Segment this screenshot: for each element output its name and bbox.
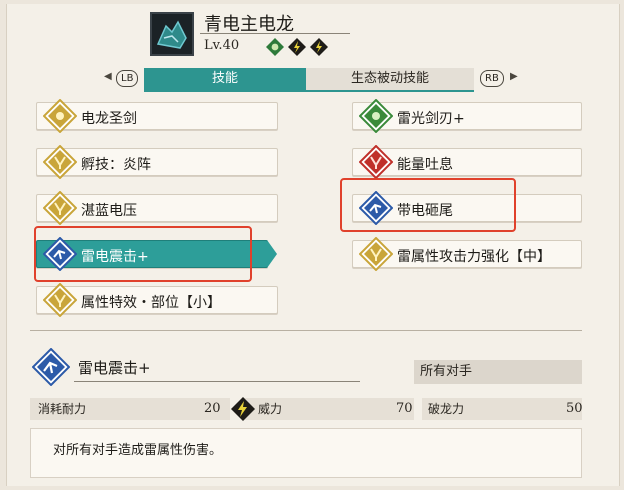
rb-button[interactable]: RB (480, 70, 504, 87)
power-label: 威力 (258, 402, 283, 416)
skill-label: 孵技：炎阵 (81, 157, 151, 173)
skill-claw-icon (359, 237, 393, 271)
stamina-label: 消耗耐力 (38, 402, 87, 416)
skill-claw-icon (359, 145, 393, 179)
skill-clover-icon (43, 99, 77, 133)
skill-label: 雷光剑刃+ (397, 111, 465, 127)
skill-label: 雷属性攻击力强化【中】 (397, 249, 551, 265)
skill-left-0[interactable]: 电龙圣剑 (36, 99, 278, 133)
monster-portrait-icon (150, 12, 194, 56)
thunder-icon (231, 397, 255, 421)
highlight-box-right (340, 178, 516, 232)
skill-clover-icon (359, 99, 393, 133)
detail-underline (74, 381, 360, 382)
name-underline (200, 33, 350, 34)
dragon-value: 50 (566, 401, 583, 416)
description-text: 对所有对手造成雷属性伤害。 (53, 443, 223, 458)
skill-label: 能量吐息 (397, 157, 453, 173)
tab-bar: ◀ LB 技能 生态被动技能 RB ▶ (100, 68, 520, 92)
arrow-left-icon[interactable]: ◀ (104, 71, 112, 82)
tab-underline (144, 90, 474, 92)
divider (30, 330, 582, 331)
skill-claw-icon (43, 283, 77, 317)
description-box: 对所有对手造成雷属性伤害。 (30, 428, 582, 478)
detail-title: 雷电震击+ (78, 359, 151, 377)
skill-right-3[interactable]: 雷属性攻击力强化【中】 (352, 237, 582, 271)
stamina-value: 20 (204, 401, 221, 416)
lb-button[interactable]: LB (116, 70, 139, 87)
highlight-box-left (34, 226, 252, 282)
monster-level: Lv.40 (204, 38, 240, 53)
tab-passive-skills[interactable]: 生态被动技能 (306, 68, 474, 90)
detail-kick-icon (32, 348, 70, 386)
skill-left-2[interactable]: 湛蓝电压 (36, 191, 278, 225)
detail-header: 雷电震击+ (30, 348, 362, 386)
skill-claw-icon (43, 191, 77, 225)
tab-skills[interactable]: 技能 (144, 68, 306, 90)
skill-right-1[interactable]: 能量吐息 (352, 145, 582, 179)
skill-left-4[interactable]: 属性特效・部位【小】 (36, 283, 278, 317)
skill-label: 湛蓝电压 (81, 203, 137, 219)
element-clover-icon (266, 38, 284, 56)
skill-label: 电龙圣剑 (81, 111, 137, 127)
arrow-right-icon[interactable]: ▶ (510, 71, 518, 82)
thunder-icon (288, 38, 306, 56)
skill-left-1[interactable]: 孵技：炎阵 (36, 145, 278, 179)
power-value: 70 (396, 401, 413, 416)
thunder-icon (310, 38, 328, 56)
skill-right-0[interactable]: 雷光剑刃+ (352, 99, 582, 133)
target-box: 所有对手 (414, 360, 582, 384)
skill-claw-icon (43, 145, 77, 179)
dragon-label: 破龙力 (428, 402, 465, 416)
skill-label: 属性特效・部位【小】 (81, 295, 221, 311)
